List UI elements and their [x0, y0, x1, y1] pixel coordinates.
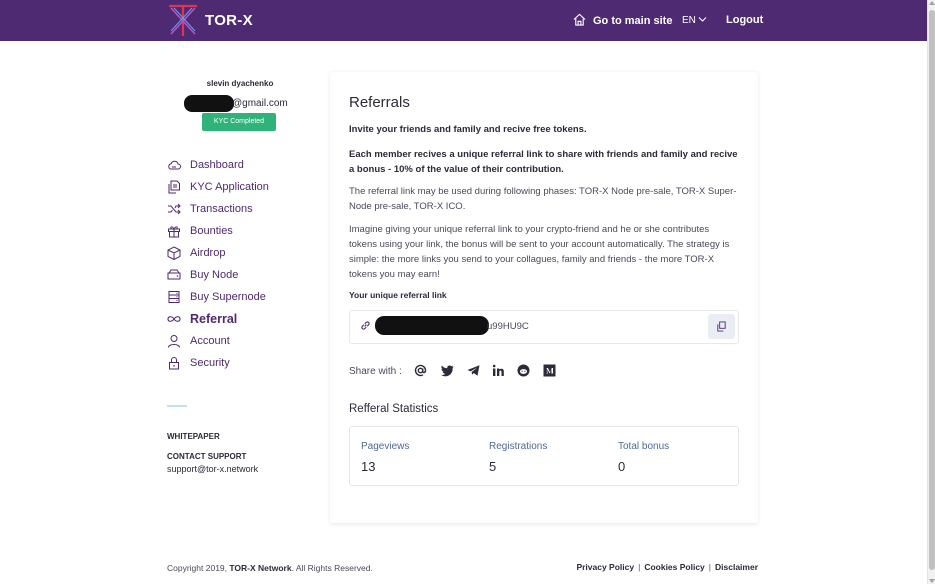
statistics-title: Refferal Statistics	[349, 403, 439, 415]
footer-separator: |	[708, 562, 711, 572]
privacy-policy-link[interactable]: Privacy Policy	[576, 562, 634, 572]
intro-text: Invite your friends and family and reciv…	[349, 124, 587, 135]
vertical-scrollbar[interactable]	[927, 0, 935, 584]
gift-icon	[168, 226, 180, 238]
redacted-referral-mask	[375, 316, 489, 335]
sidebar-item-label: Airdrop	[190, 247, 226, 259]
sidebar-item-label: Dashboard	[190, 159, 244, 171]
copyright-text: Copyright 2019, TOR-X Network. All Right…	[167, 563, 373, 573]
bonus-text: Each member recives a unique referral li…	[349, 149, 738, 175]
statistics-panel	[349, 426, 739, 486]
registrations-value: 5	[489, 459, 497, 474]
registrations-label: Registrations	[489, 441, 548, 452]
share-with-label: Share with :	[349, 366, 402, 377]
link-icon	[361, 321, 370, 330]
shuffle-icon	[168, 203, 181, 215]
box-icon	[167, 246, 181, 260]
infinity-icon	[167, 316, 181, 322]
scrollbar-thumb[interactable]	[929, 10, 935, 570]
sidebar-item-transactions[interactable]: Transactions	[167, 199, 317, 219]
server-icon	[167, 269, 181, 280]
sidebar-item-buy-supernode[interactable]: Buy Supernode	[167, 287, 317, 307]
cloud-icon	[168, 160, 181, 170]
sidebar-item-account[interactable]: Account	[167, 331, 317, 351]
cookies-policy-link[interactable]: Cookies Policy	[644, 562, 704, 572]
sidebar-item-label: Transactions	[190, 203, 253, 215]
top-navbar	[0, 0, 927, 41]
sidebar-item-label: Security	[190, 357, 230, 369]
sidebar-item-dashboard[interactable]: Dashboard	[167, 155, 317, 175]
referral-link-value[interactable]: u99HU9C	[487, 321, 529, 332]
telegram-icon[interactable]	[467, 364, 480, 377]
sidebar-item-bounties[interactable]: Bounties	[167, 221, 317, 241]
medium-icon[interactable]	[543, 364, 556, 377]
sidebar-item-referral[interactable]: Referral	[167, 309, 317, 329]
logout-button[interactable]: Logout	[726, 14, 763, 26]
total-bonus-value: 0	[618, 459, 626, 474]
referral-link-label: Your unique referral link	[349, 290, 447, 300]
linkedin-icon[interactable]	[492, 364, 505, 377]
scroll-down-arrow-icon[interactable]	[929, 579, 935, 583]
pageviews-value: 13	[361, 459, 376, 474]
kyc-status-badge: KYC Completed	[202, 113, 276, 131]
copy-link-button[interactable]	[708, 314, 735, 339]
language-selector[interactable]: EN	[682, 15, 696, 26]
documents-icon	[168, 180, 180, 194]
disclaimer-link[interactable]: Disclaimer	[715, 562, 758, 572]
chevron-down-icon[interactable]	[698, 15, 707, 23]
email-icon[interactable]	[414, 364, 427, 377]
copyright-suffix: . All Rights Reserved.	[291, 563, 373, 573]
page-title: Referrals	[349, 94, 410, 111]
footer-separator: |	[638, 562, 641, 572]
total-bonus-label: Total bonus	[618, 441, 670, 452]
sidebar-item-airdrop[interactable]: Airdrop	[167, 243, 317, 263]
server-stack-icon	[168, 291, 180, 303]
redacted-email-mask	[184, 95, 234, 112]
pageviews-label: Pageviews	[361, 441, 410, 452]
brand-name[interactable]: TOR-X	[205, 12, 253, 29]
sidebar-item-label: Account	[190, 335, 230, 347]
user-email: @gmail.com	[232, 98, 288, 109]
strategy-text: Imagine giving your unique referral link…	[349, 224, 730, 280]
user-name: slevin dyachenko	[206, 79, 274, 88]
sidebar-item-label: Buy Supernode	[190, 291, 266, 303]
home-icon[interactable]	[573, 13, 586, 26]
copy-icon	[717, 321, 726, 332]
sidebar-item-label: Buy Node	[190, 269, 239, 281]
sidebar-item-buy-node[interactable]: Buy Node	[167, 265, 317, 285]
lock-icon	[169, 357, 179, 370]
go-to-main-site-link[interactable]: Go to main site	[593, 15, 672, 27]
user-icon	[168, 335, 180, 348]
sidebar-item-label: KYC Application	[190, 181, 269, 193]
whitepaper-link[interactable]: WHITEPAPER	[167, 432, 220, 441]
sidebar-item-security[interactable]: Security	[167, 353, 317, 373]
copyright-prefix: Copyright 2019,	[167, 563, 228, 573]
twitter-icon[interactable]	[441, 364, 454, 377]
scroll-up-arrow-icon[interactable]	[929, 1, 935, 5]
support-email-link[interactable]: support@tor-x.network	[167, 464, 258, 474]
tor-x-logo-icon[interactable]	[167, 4, 199, 38]
reddit-icon[interactable]	[517, 364, 530, 377]
sidebar-item-kyc-application[interactable]: KYC Application	[167, 177, 317, 197]
sidebar-divider	[167, 405, 187, 407]
sidebar-item-label: Bounties	[190, 225, 233, 237]
sidebar-item-label: Referral	[190, 312, 238, 326]
footer-links: Privacy Policy | Cookies Policy | Disclaimer	[576, 562, 758, 572]
contact-support-heading: CONTACT SUPPORT	[167, 452, 247, 461]
phases-text: The referral link may be used during fol…	[349, 186, 737, 212]
copyright-brand: TOR-X Network	[229, 563, 292, 573]
